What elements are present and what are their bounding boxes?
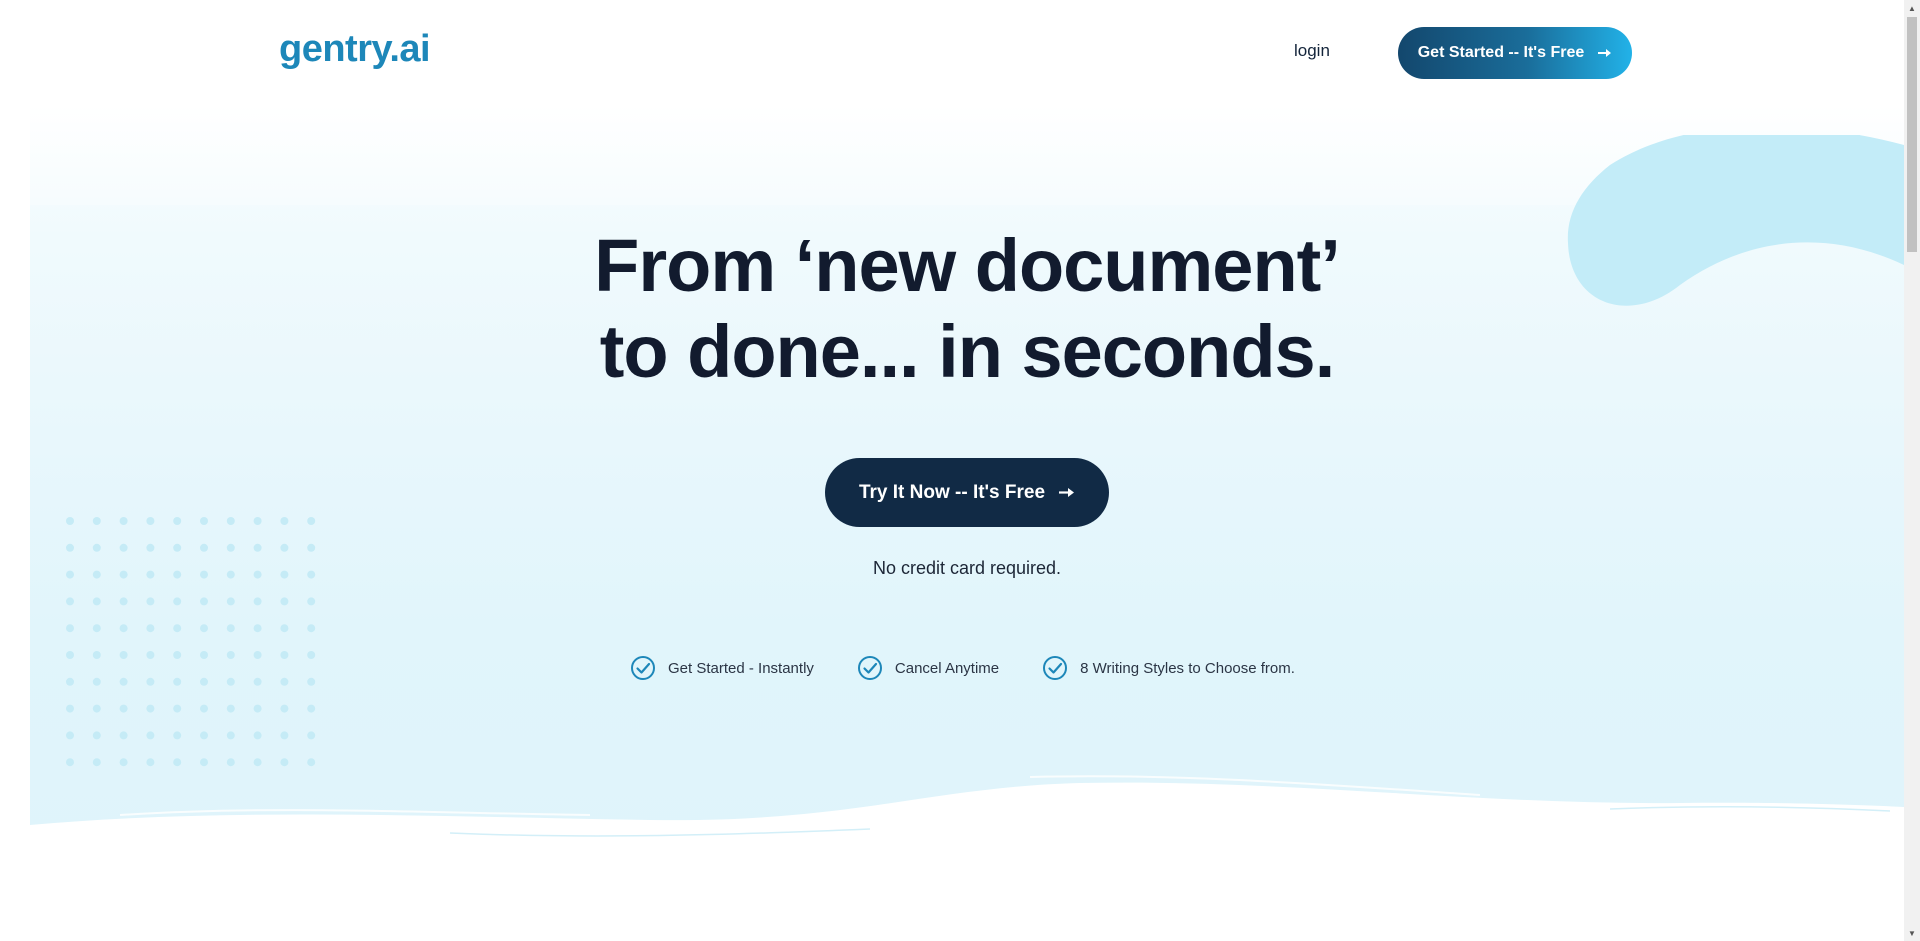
vertical-scrollbar[interactable]: ▲ ▼: [1904, 0, 1920, 941]
scroll-down-icon[interactable]: ▼: [1904, 925, 1920, 941]
feature-label: Get Started - Instantly: [668, 659, 814, 677]
feature-item: Cancel Anytime: [857, 655, 999, 681]
feature-item: Get Started - Instantly: [630, 655, 814, 681]
no-credit-card-note: No credit card required.: [872, 558, 1062, 578]
feature-item: 8 Writing Styles to Choose from.: [1042, 655, 1295, 681]
scroll-up-icon[interactable]: ▲: [1904, 0, 1920, 16]
landing-page: gentry.ai login Get Started -- It's Free…: [0, 0, 1904, 941]
feature-label: 8 Writing Styles to Choose from.: [1080, 659, 1295, 677]
check-circle-icon: [1042, 655, 1068, 681]
check-circle-icon: [857, 655, 883, 681]
check-circle-icon: [630, 655, 656, 681]
login-link[interactable]: login: [1294, 41, 1330, 61]
try-it-now-button[interactable]: Try It Now -- It's Free: [825, 458, 1109, 527]
feature-label: Cancel Anytime: [894, 659, 1000, 677]
arrow-right-icon: [1598, 48, 1612, 58]
try-it-now-label: Try It Now -- It's Free: [858, 481, 1046, 503]
bottom-wave-divider: [30, 775, 1904, 850]
headline-line-1: From ‘new document’: [594, 224, 1341, 307]
site-header: gentry.ai login Get Started -- It's Free: [0, 0, 1904, 105]
headline-line-2: to done... in seconds.: [599, 310, 1336, 393]
scrollbar-thumb[interactable]: [1907, 17, 1917, 252]
get-started-label: Get Started -- It's Free: [1417, 44, 1585, 61]
hero-headline: From ‘new document’ to done... in second…: [30, 223, 1904, 395]
feature-list: Get Started - Instantly Cancel Anytime 8…: [630, 655, 1338, 681]
get-started-button[interactable]: Get Started -- It's Free: [1398, 27, 1632, 79]
arrow-right-icon: [1059, 487, 1075, 498]
logo[interactable]: gentry.ai: [279, 28, 431, 71]
hero-section: From ‘new document’ to done... in second…: [30, 105, 1904, 850]
